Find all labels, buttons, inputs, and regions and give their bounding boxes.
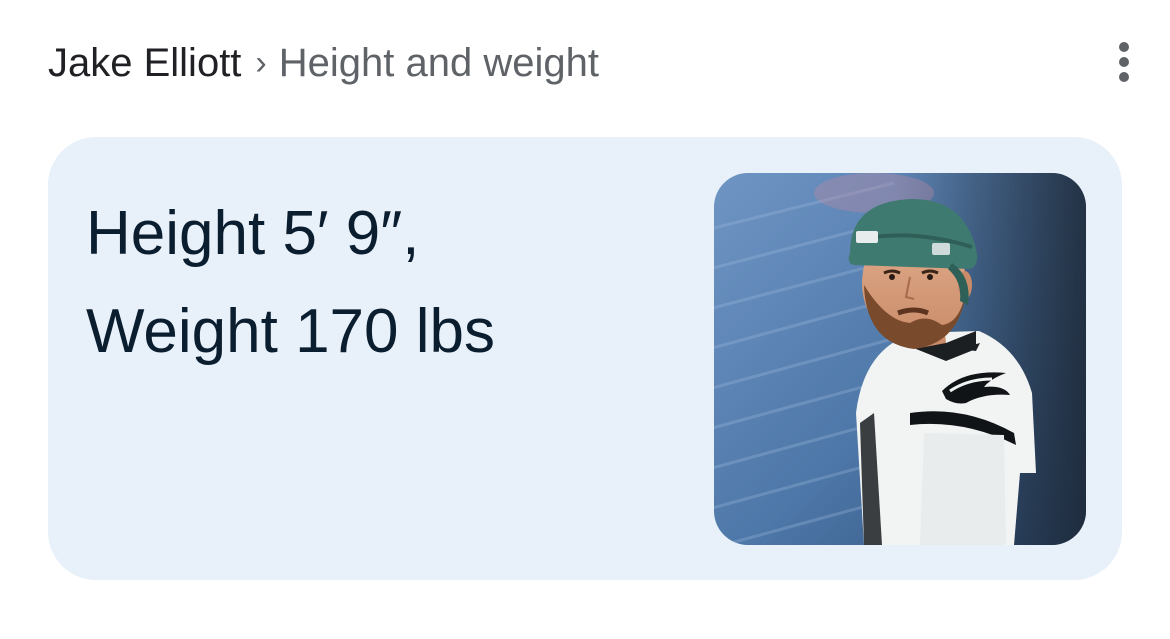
more-options-button[interactable] bbox=[1104, 40, 1144, 84]
weight-value: Weight 170 lbs bbox=[86, 297, 495, 366]
breadcrumb-topic: Height and weight bbox=[278, 41, 599, 85]
height-value: Height 5′ 9″, bbox=[86, 199, 420, 268]
answer-text: Height 5′ 9″, Weight 170 lbs bbox=[86, 185, 666, 381]
breadcrumb: Jake Elliott › Height and weight bbox=[48, 38, 599, 88]
breadcrumb-separator: › bbox=[255, 44, 267, 82]
player-photo[interactable] bbox=[714, 173, 1086, 545]
answer-card: Height 5′ 9″, Weight 170 lbs bbox=[48, 137, 1122, 580]
breadcrumb-entity[interactable]: Jake Elliott bbox=[48, 38, 241, 88]
player-photo-illustration bbox=[714, 173, 1086, 545]
